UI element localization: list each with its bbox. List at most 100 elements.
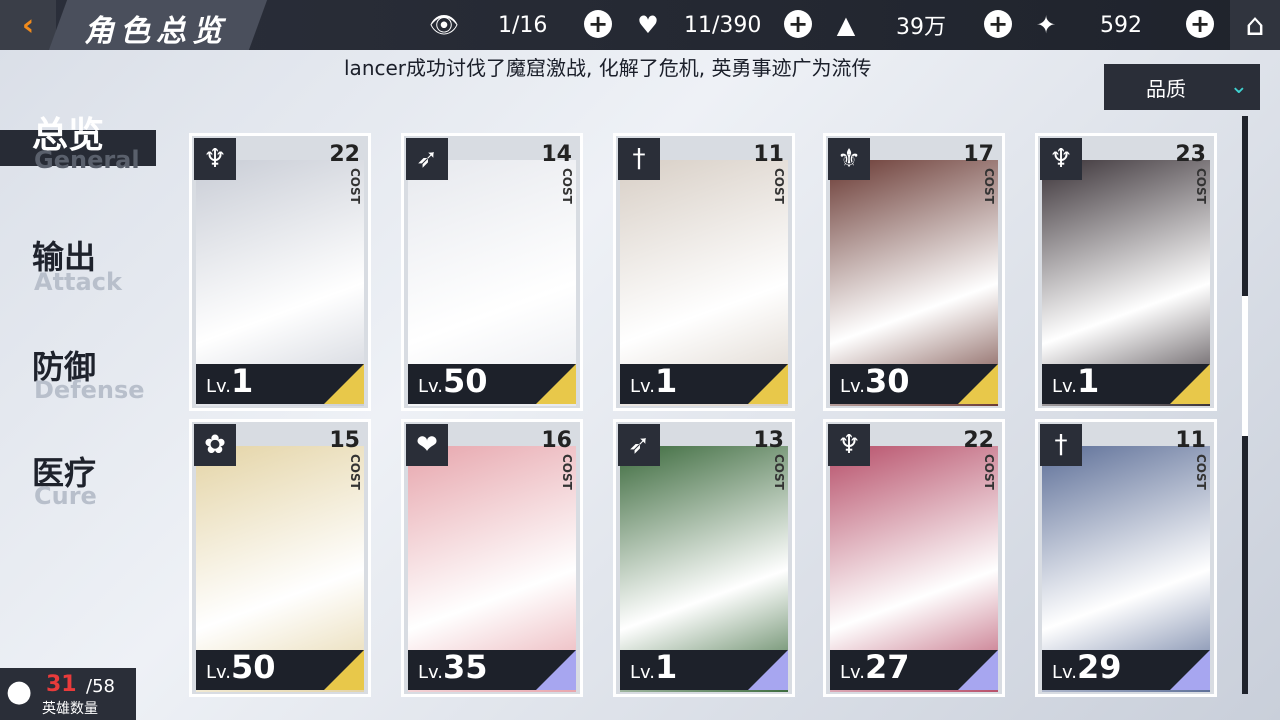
tab-general[interactable]: 总览 General bbox=[0, 100, 170, 180]
eye-icon: 👁 bbox=[428, 11, 460, 39]
hero-card[interactable]: ✿ 15 COST Lv.50 bbox=[192, 422, 368, 694]
level-bar: Lv.1 bbox=[620, 648, 788, 690]
tab-label-en: Cure bbox=[34, 482, 97, 510]
level-text: Lv.50 bbox=[206, 648, 276, 686]
cost-label: COST bbox=[560, 168, 574, 204]
level-value: 50 bbox=[443, 362, 488, 400]
level-bar: Lv.30 bbox=[830, 362, 998, 404]
resource-value: 592 bbox=[1100, 12, 1142, 38]
resource-crystal: ✦ 592 bbox=[1028, 0, 1142, 50]
add-gold-button[interactable]: + bbox=[984, 10, 1012, 38]
hero-card[interactable]: † 11 COST Lv.1 bbox=[616, 136, 792, 408]
cost-value: 17 bbox=[963, 142, 994, 167]
level-value: 29 bbox=[1077, 648, 1122, 686]
hero-count-panel: ● 31 /58 英雄数量 bbox=[0, 668, 136, 720]
star-crystal-icon: ✦ bbox=[1035, 11, 1057, 39]
level-bar: Lv.1 bbox=[1042, 362, 1210, 404]
back-button[interactable]: ‹ bbox=[0, 0, 56, 50]
level-prefix: Lv. bbox=[1052, 376, 1078, 397]
level-prefix: Lv. bbox=[418, 662, 444, 683]
level-text: Lv.29 bbox=[1052, 648, 1122, 686]
rarity-corner bbox=[324, 364, 364, 404]
page-title: 角色总览 bbox=[84, 14, 228, 49]
level-prefix: Lv. bbox=[206, 662, 232, 683]
rarity-corner bbox=[748, 364, 788, 404]
cost-label: COST bbox=[1194, 454, 1208, 490]
bow-icon: ➶ bbox=[618, 424, 660, 466]
add-crystal-button[interactable]: + bbox=[1186, 10, 1214, 38]
hero-card[interactable]: † 11 COST Lv.29 bbox=[1038, 422, 1214, 694]
scrollbar-thumb[interactable] bbox=[1242, 296, 1248, 436]
level-value: 1 bbox=[1077, 362, 1100, 400]
cost-value: 16 bbox=[541, 428, 572, 453]
rarity-corner bbox=[536, 364, 576, 404]
sort-dropdown[interactable]: 品质 ⌄ bbox=[1104, 64, 1260, 110]
cost-value: 22 bbox=[329, 142, 360, 167]
sword-icon: † bbox=[1040, 424, 1082, 466]
cost-value: 13 bbox=[753, 428, 784, 453]
level-text: Lv.1 bbox=[630, 362, 677, 400]
resource-value: 1/16 bbox=[498, 12, 548, 38]
level-bar: Lv.35 bbox=[408, 648, 576, 690]
cost-label: COST bbox=[560, 454, 574, 490]
level-text: Lv.35 bbox=[418, 648, 488, 686]
home-icon: ⌂ bbox=[1245, 7, 1265, 43]
cost-label: COST bbox=[982, 168, 996, 204]
level-value: 1 bbox=[655, 362, 678, 400]
level-value: 30 bbox=[865, 362, 910, 400]
back-arrow-icon: ‹ bbox=[21, 7, 35, 43]
add-hearts-button[interactable]: + bbox=[784, 10, 812, 38]
cost-label: COST bbox=[348, 168, 362, 204]
hero-card[interactable]: ♆ 22 COST Lv.27 bbox=[826, 422, 1002, 694]
rarity-corner bbox=[324, 650, 364, 690]
cost-value: 11 bbox=[753, 142, 784, 167]
hero-card[interactable]: ➶ 13 COST Lv.1 bbox=[616, 422, 792, 694]
home-button[interactable]: ⌂ bbox=[1230, 0, 1280, 50]
hero-card[interactable]: ♆ 22 COST Lv.1 bbox=[192, 136, 368, 408]
trident-icon: ⚜ bbox=[828, 138, 870, 180]
level-prefix: Lv. bbox=[418, 376, 444, 397]
level-text: Lv.50 bbox=[418, 362, 488, 400]
hero-card[interactable]: ⚜ 17 COST Lv.30 bbox=[826, 136, 1002, 408]
hero-card[interactable]: ➶ 14 COST Lv.50 bbox=[404, 136, 580, 408]
level-value: 50 bbox=[231, 648, 276, 686]
demon-icon: ♆ bbox=[1040, 138, 1082, 180]
cost-label: COST bbox=[772, 168, 786, 204]
news-ticker: lancer成功讨伐了魔窟激战, 化解了危机, 英勇事迹广为流传 bbox=[344, 56, 872, 80]
level-bar: Lv.1 bbox=[620, 362, 788, 404]
level-bar: Lv.1 bbox=[196, 362, 364, 404]
bow-icon: ➶ bbox=[406, 138, 448, 180]
tab-defense[interactable]: 防御 Defense bbox=[0, 340, 170, 410]
level-prefix: Lv. bbox=[1052, 662, 1078, 683]
level-prefix: Lv. bbox=[840, 376, 866, 397]
add-vision-button[interactable]: + bbox=[584, 10, 612, 38]
demon-icon: ♆ bbox=[828, 424, 870, 466]
level-value: 1 bbox=[231, 362, 254, 400]
chevron-down-icon: ⌄ bbox=[1229, 74, 1248, 99]
cost-label: COST bbox=[772, 454, 786, 490]
level-bar: Lv.50 bbox=[408, 362, 576, 404]
heart-icon: ❤ bbox=[406, 424, 448, 466]
cost-value: 15 bbox=[329, 428, 360, 453]
tab-attack[interactable]: 输出 Attack bbox=[0, 230, 170, 300]
level-prefix: Lv. bbox=[206, 376, 232, 397]
level-prefix: Lv. bbox=[630, 376, 656, 397]
cost-value: 14 bbox=[541, 142, 572, 167]
hero-count-current: 31 bbox=[46, 672, 77, 697]
cost-label: COST bbox=[982, 454, 996, 490]
resource-value: 39万 bbox=[896, 15, 946, 40]
rarity-corner bbox=[958, 364, 998, 404]
tab-cure[interactable]: 医疗 Cure bbox=[0, 446, 170, 516]
sort-label: 品质 bbox=[1146, 76, 1186, 101]
cost-label: COST bbox=[1194, 168, 1208, 204]
lotus-icon: ✿ bbox=[194, 424, 236, 466]
level-prefix: Lv. bbox=[840, 662, 866, 683]
hero-card[interactable]: ❤ 16 COST Lv.35 bbox=[404, 422, 580, 694]
user-silhouette-icon: ● bbox=[6, 674, 33, 709]
hero-card[interactable]: ♆ 23 COST Lv.1 bbox=[1038, 136, 1214, 408]
level-value: 1 bbox=[655, 648, 678, 686]
cost-value: 22 bbox=[963, 428, 994, 453]
hero-count-total: /58 bbox=[86, 676, 115, 697]
level-text: Lv.27 bbox=[840, 648, 910, 686]
rarity-corner bbox=[1170, 650, 1210, 690]
